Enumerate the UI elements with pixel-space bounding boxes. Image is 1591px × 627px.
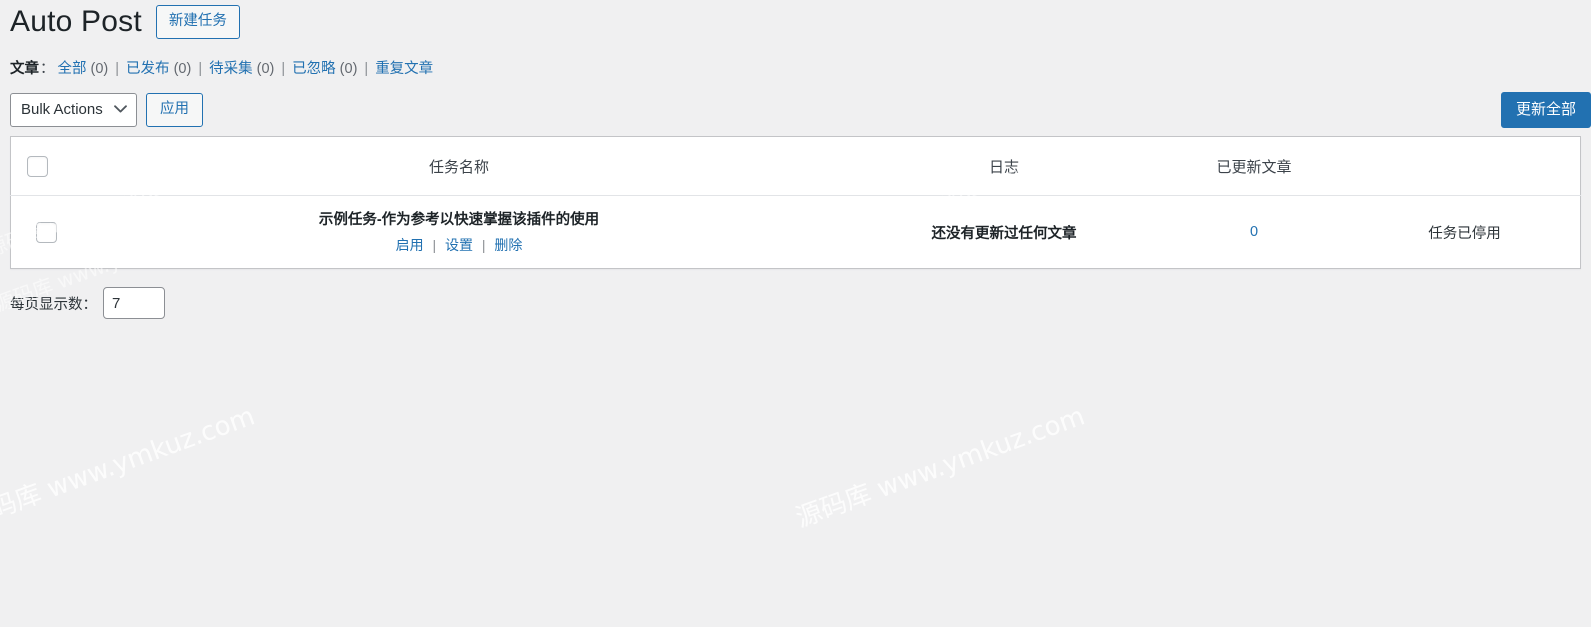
filter-link-all[interactable]: 全部	[58, 61, 87, 77]
filter-separator: |	[281, 61, 286, 77]
admin-page: Auto Post 新建任务 文章： 全部 (0) | 已发布 (0) | 待采…	[0, 0, 1591, 319]
filter-link-duplicate[interactable]: 重复文章	[375, 61, 433, 77]
filter-separator: |	[115, 61, 120, 77]
apply-button[interactable]: 应用	[146, 93, 203, 127]
row-action-settings[interactable]: 设置	[445, 237, 473, 253]
update-all-button[interactable]: 更新全部	[1500, 92, 1591, 128]
row-actions: 启用 | 设置 | 删除	[69, 236, 849, 254]
filter-link-pending[interactable]: 待采集	[209, 61, 253, 77]
table-body: 示例任务-作为参考以快速掌握该插件的使用 启用 | 设置 | 删除 还没有更新过…	[11, 196, 1581, 269]
page-title: Auto Post	[10, 5, 142, 38]
filter-item-published[interactable]: 已发布 (0)	[126, 58, 191, 80]
row-task-name-cell: 示例任务-作为参考以快速掌握该插件的使用 启用 | 设置 | 删除	[69, 196, 849, 269]
row-status-cell: 任务已停用	[1349, 196, 1581, 269]
per-page-input[interactable]	[103, 287, 165, 319]
row-status-text: 任务已停用	[1428, 225, 1501, 242]
filter-link-ignored[interactable]: 已忽略	[292, 61, 336, 77]
task-name-text: 示例任务-作为参考以快速掌握该插件的使用	[318, 212, 600, 228]
row-select-checkbox[interactable]	[36, 221, 57, 243]
filter-separator: |	[364, 61, 369, 77]
table-header-row: 任务名称 日志 已更新文章	[10, 136, 1581, 196]
filter-count-all: (0)	[90, 61, 109, 77]
bulk-actions-select[interactable]: Bulk Actions	[10, 93, 137, 127]
row-updated-count-link[interactable]: 0	[1250, 224, 1258, 240]
filter-item-pending[interactable]: 待采集 (0)	[209, 58, 274, 80]
row-select-wrap	[11, 221, 57, 243]
row-log-cell: 还没有更新过任何文章	[849, 196, 1159, 269]
row-checkbox-cell	[11, 196, 70, 269]
table-header-updated-count: 已更新文章	[1159, 136, 1349, 196]
row-log-text: 还没有更新过任何文章	[931, 225, 1077, 242]
filter-item-all[interactable]: 全部 (0)	[58, 58, 109, 80]
tasks-table: 任务名称 日志 已更新文章 示例任务-作为参考以快速掌握该插件的使用 启用 |	[10, 136, 1581, 269]
table-header-status	[1349, 136, 1581, 196]
filter-count-pending: (0)	[256, 61, 275, 77]
watermark-text: 源码库 www.ymkuz.com	[792, 401, 1089, 534]
filter-separator: |	[198, 61, 203, 77]
row-action-enable[interactable]: 启用	[396, 237, 424, 253]
filter-item-ignored[interactable]: 已忽略 (0)	[292, 58, 357, 80]
filter-link-published[interactable]: 已发布	[126, 61, 170, 77]
table-row: 示例任务-作为参考以快速掌握该插件的使用 启用 | 设置 | 删除 还没有更新过…	[11, 196, 1581, 269]
filter-count-ignored: (0)	[339, 61, 358, 77]
select-all-checkbox[interactable]	[27, 155, 48, 177]
filter-group-label: 文章	[10, 61, 39, 77]
table-nav-top: Bulk Actions 应用 更新全部	[10, 92, 1591, 128]
table-header-log: 日志	[849, 136, 1159, 196]
filter-links: 文章： 全部 (0) | 已发布 (0) | 待采集 (0) | 已忽略 (0)…	[10, 58, 1581, 80]
select-all-wrap	[11, 155, 48, 177]
page-header: Auto Post 新建任务	[10, 0, 1581, 42]
row-action-separator: |	[481, 237, 486, 253]
row-action-delete[interactable]: 删除	[494, 237, 522, 253]
per-page-setting: 每页显示数：	[10, 287, 1581, 319]
row-action-separator: |	[432, 237, 437, 253]
filter-item-duplicate[interactable]: 重复文章	[375, 58, 433, 80]
bulk-actions-wrap[interactable]: Bulk Actions	[10, 93, 137, 127]
filter-colon: ：	[40, 61, 55, 77]
new-task-button[interactable]: 新建任务	[155, 5, 240, 39]
table-header-checkbox-cell	[10, 136, 69, 196]
table-header-task-name: 任务名称	[69, 136, 849, 196]
filter-count-published: (0)	[173, 61, 192, 77]
watermark-text: 源码库 www.ymkuz.com	[0, 401, 259, 534]
row-updated-count-cell: 0	[1159, 196, 1349, 269]
table-head: 任务名称 日志 已更新文章	[10, 136, 1581, 196]
per-page-label: 每页显示数：	[10, 296, 97, 313]
